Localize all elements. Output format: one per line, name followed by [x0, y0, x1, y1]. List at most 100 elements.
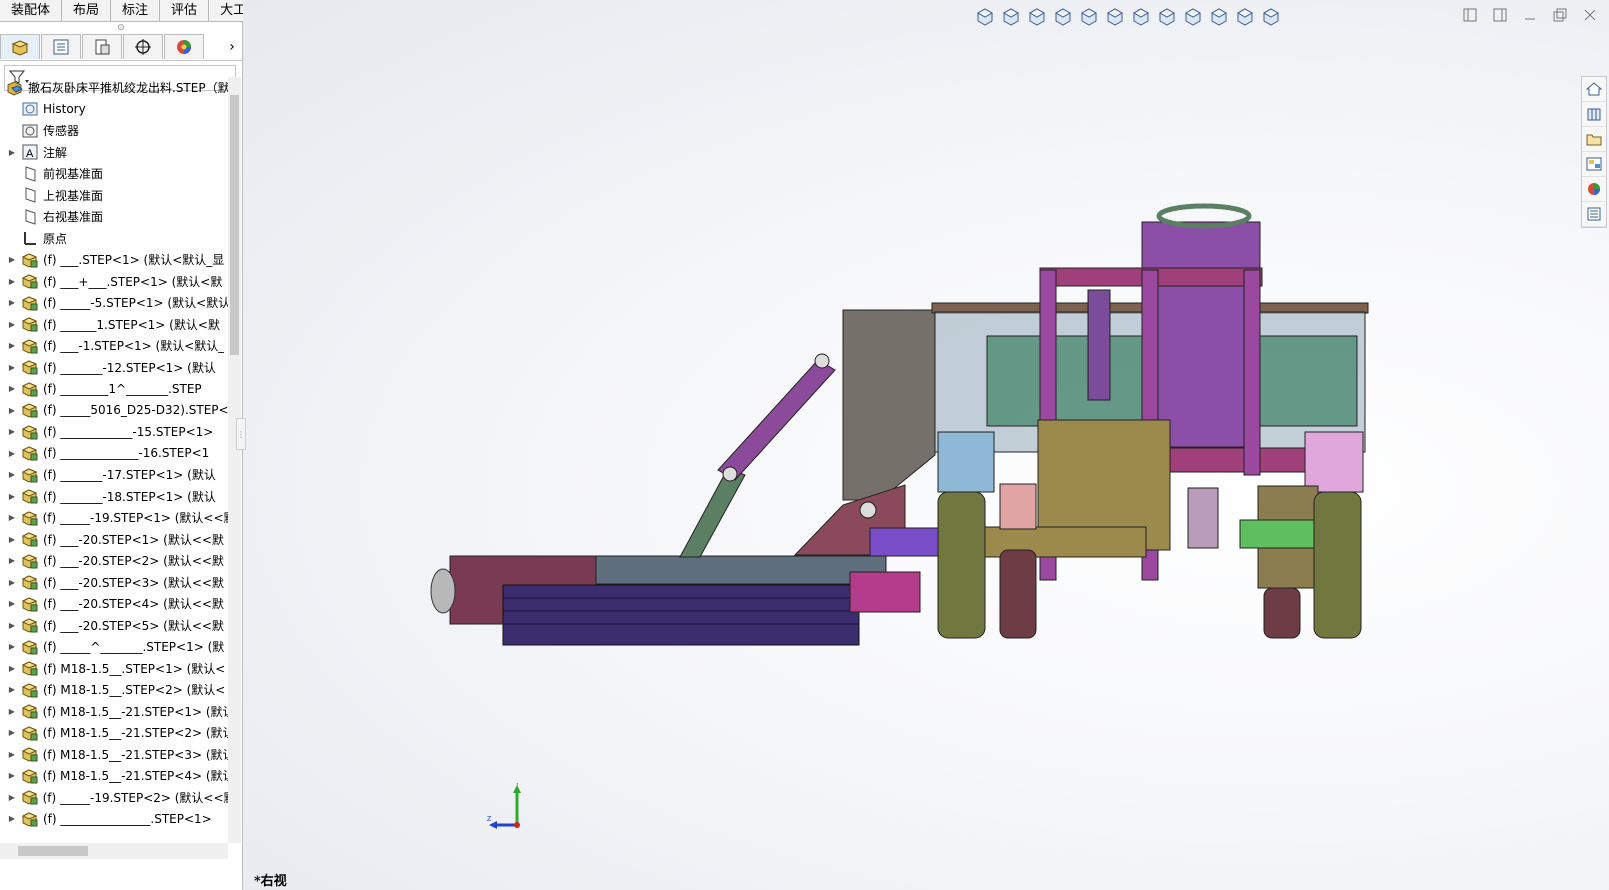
- tree-item-component[interactable]: ▶ (f) _______________.STEP<1>: [0, 808, 228, 830]
- appearances-icon[interactable]: [1582, 177, 1606, 202]
- previous-view-icon[interactable]: [1051, 5, 1075, 27]
- zoom-to-fit-icon[interactable]: [999, 5, 1023, 27]
- tree-item-component[interactable]: ▶ (f) ___-20.STEP<3> (默认<<默: [0, 572, 228, 594]
- view-orientation-cube-icon[interactable]: [1129, 5, 1153, 27]
- view-settings-icon[interactable]: [1259, 5, 1283, 27]
- configurationmanager-icon[interactable]: [82, 34, 122, 59]
- panel-splitter[interactable]: ⋮: [236, 418, 246, 450]
- tree-item-component[interactable]: ▶ (f) M18-1.5__.STEP<2> (默认<: [0, 679, 228, 701]
- featuremanager-icon[interactable]: [0, 34, 40, 59]
- tree-horizontal-scrollbar[interactable]: [0, 843, 228, 859]
- tab-3[interactable]: 标注: [111, 0, 161, 22]
- expand-arrow-icon[interactable]: ▶: [7, 642, 17, 651]
- expand-arrow-icon[interactable]: ▶: [7, 599, 17, 608]
- panel-tabs-more-button[interactable]: ›: [222, 34, 242, 60]
- tab-2[interactable]: 布局: [62, 0, 112, 22]
- view-orientation-icon[interactable]: [973, 5, 997, 27]
- expand-arrow-icon[interactable]: ▶: [7, 277, 17, 286]
- tree-item-fixed[interactable]: 右视基准面: [0, 206, 228, 228]
- tree-item-component[interactable]: ▶ (f) _______-17.STEP<1> (默认: [0, 464, 228, 486]
- tree-item-component[interactable]: ▶ (f) _____^_______.STEP<1> (默: [0, 636, 228, 658]
- edit-appearance-icon[interactable]: [1207, 5, 1231, 27]
- expand-arrow-icon[interactable]: ▶: [7, 621, 17, 630]
- propertymanager-icon[interactable]: [41, 34, 81, 59]
- section-view-icon[interactable]: [1077, 5, 1101, 27]
- tree-item-component[interactable]: ▶ (f) ___.STEP<1> (默认<默认_显: [0, 249, 228, 271]
- expand-arrow-icon[interactable]: ▶: [7, 320, 17, 329]
- tree-item-fixed[interactable]: History: [0, 99, 228, 121]
- tree-item-component[interactable]: ▶ (f) _______-18.STEP<1> (默认: [0, 486, 228, 508]
- expand-arrow-icon[interactable]: ▶: [7, 255, 17, 264]
- expand-arrow-icon[interactable]: ▶: [7, 685, 17, 694]
- tree-item-component[interactable]: ▶ (f) M18-1.5__.STEP<1> (默认<: [0, 658, 228, 680]
- expand-arrow-icon[interactable]: ▶: [7, 793, 17, 802]
- tree-item-fixed[interactable]: 传感器: [0, 120, 228, 142]
- expand-arrow-icon[interactable]: ▶: [7, 814, 17, 823]
- expand-arrow-icon[interactable]: ▶: [7, 406, 17, 415]
- expand-arrow-icon[interactable]: ▶: [7, 664, 17, 673]
- expand-arrow-icon[interactable]: ▶: [7, 470, 17, 479]
- expand-arrow-icon[interactable]: ▶: [7, 535, 17, 544]
- apply-scene-icon[interactable]: [1233, 5, 1257, 27]
- tree-item-component[interactable]: ▶ (f) ______1.STEP<1> (默认<默: [0, 314, 228, 336]
- tree-item-component[interactable]: ▶ (f) M18-1.5__-21.STEP<2> (默认: [0, 722, 228, 744]
- tree-item-component[interactable]: ▶ (f) _____-5.STEP<1> (默认<默认: [0, 292, 228, 314]
- dynamic-annotation-icon[interactable]: [1103, 5, 1127, 27]
- tab-1[interactable]: 装配体: [0, 0, 63, 22]
- tree-vertical-scrollbar[interactable]: [228, 77, 241, 843]
- expand-arrow-icon[interactable]: ▶: [7, 492, 17, 501]
- expand-arrow-icon[interactable]: ▶: [7, 148, 17, 157]
- expand-arrow-icon[interactable]: ▶: [7, 341, 17, 350]
- tree-horizontal-scroll-thumb[interactable]: [18, 846, 88, 856]
- tree-item-component[interactable]: ▶ (f) M18-1.5__-21.STEP<1> (默认: [0, 701, 228, 723]
- graphics-area[interactable]: Y Z: [243, 0, 1609, 890]
- tree-item-fixed[interactable]: 原点: [0, 228, 228, 250]
- tree-item-component[interactable]: ▶ (f) _____________-16.STEP<1: [0, 443, 228, 465]
- close-icon[interactable]: [1581, 6, 1599, 24]
- tree-item-component[interactable]: ▶ (f) ___+___.STEP<1> (默认<默: [0, 271, 228, 293]
- hide-show-items-icon[interactable]: [1181, 5, 1205, 27]
- home-icon[interactable]: [1582, 77, 1606, 102]
- tree-item-component[interactable]: ▶ (f) M18-1.5__-21.STEP<4> (默认: [0, 765, 228, 787]
- expand-arrow-icon[interactable]: ▶: [7, 750, 17, 759]
- assembly-model[interactable]: [243, 0, 1609, 890]
- tree-item-component[interactable]: ▶ (f) ___-20.STEP<2> (默认<<默: [0, 550, 228, 572]
- tree-item-component[interactable]: ▶ (f) _______-12.STEP<1> (默认: [0, 357, 228, 379]
- tile-right-icon[interactable]: [1491, 6, 1509, 24]
- zoom-to-area-icon[interactable]: [1025, 5, 1049, 27]
- display-style-icon[interactable]: [1155, 5, 1179, 27]
- expand-arrow-icon[interactable]: ▶: [7, 449, 17, 458]
- minimize-icon[interactable]: [1521, 6, 1539, 24]
- tree-item-component[interactable]: ▶ (f) ___-1.STEP<1> (默认<默认_: [0, 335, 228, 357]
- custom-properties-icon[interactable]: [1582, 202, 1606, 227]
- tree-item-component[interactable]: ▶ (f) ___-20.STEP<1> (默认<<默: [0, 529, 228, 551]
- tree-item-fixed[interactable]: ▶ A 注解: [0, 142, 228, 164]
- tree-item-component[interactable]: ▶ (f) _____-19.STEP<2> (默认<<默: [0, 787, 228, 809]
- tree-item-fixed[interactable]: 前视基准面: [0, 163, 228, 185]
- expand-arrow-icon[interactable]: ▶: [7, 707, 17, 716]
- view-palette-icon[interactable]: [1582, 152, 1606, 177]
- expand-arrow-icon[interactable]: ▶: [7, 556, 17, 565]
- tree-item-component[interactable]: ▶ (f) ________1^_______.STEP: [0, 378, 228, 400]
- displaymanager-icon[interactable]: [164, 34, 204, 59]
- expand-arrow-icon[interactable]: ▶: [7, 427, 17, 436]
- expand-arrow-icon[interactable]: ▶: [7, 298, 17, 307]
- tree-item-component[interactable]: ▶ (f) ___-20.STEP<4> (默认<<默: [0, 593, 228, 615]
- expand-arrow-icon[interactable]: ▶: [7, 363, 17, 372]
- tree-item-fixed[interactable]: 上视基准面: [0, 185, 228, 207]
- expand-arrow-icon[interactable]: ▶: [7, 728, 17, 737]
- dimxpert-icon[interactable]: [123, 34, 163, 59]
- tree-vertical-scroll-thumb[interactable]: [230, 95, 239, 355]
- tree-item-component[interactable]: ▶ (f) ____________-15.STEP<1>: [0, 421, 228, 443]
- tree-item-component[interactable]: ▶ (f) _____-19.STEP<1> (默认<<默: [0, 507, 228, 529]
- design-library-icon[interactable]: [1582, 102, 1606, 127]
- panel-grip[interactable]: ⊙: [0, 22, 242, 34]
- file-explorer-icon[interactable]: [1582, 127, 1606, 152]
- tree-root-assembly[interactable]: 撤石灰卧床平推机绞龙出料.STEP（默: [0, 77, 228, 99]
- expand-arrow-icon[interactable]: ▶: [7, 771, 17, 780]
- expand-arrow-icon[interactable]: ▶: [7, 578, 17, 587]
- expand-arrow-icon[interactable]: ▶: [7, 384, 17, 393]
- tree-item-component[interactable]: ▶ (f) M18-1.5__-21.STEP<3> (默认: [0, 744, 228, 766]
- tree-item-component[interactable]: ▶ (f) ___-20.STEP<5> (默认<<默: [0, 615, 228, 637]
- restore-icon[interactable]: [1551, 6, 1569, 24]
